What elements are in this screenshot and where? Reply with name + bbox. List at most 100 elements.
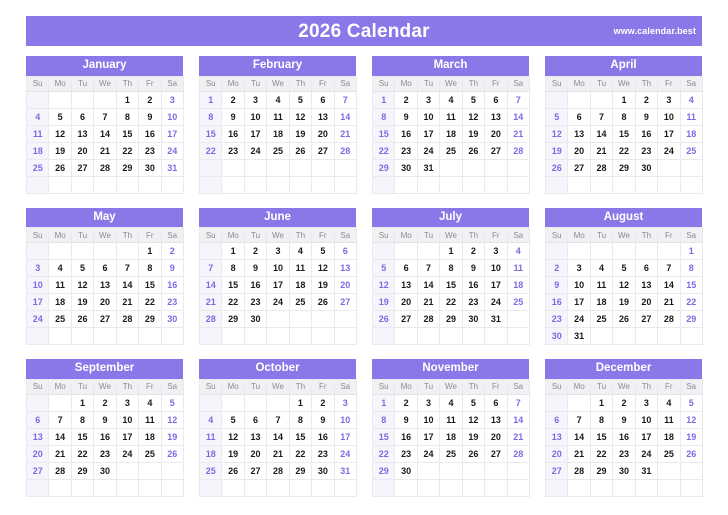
day-cell[interactable]: 8 [138,259,162,278]
day-cell[interactable]: 18 [679,124,703,143]
day-cell[interactable]: 4 [506,242,530,261]
day-cell[interactable]: 1 [589,393,614,412]
day-cell[interactable]: 14 [266,427,290,446]
day-cell[interactable]: 11 [657,410,681,429]
day-cell[interactable]: 1 [70,393,95,412]
day-cell[interactable]: 23 [221,141,245,160]
day-cell[interactable]: 25 [657,444,681,463]
day-cell[interactable]: 7 [115,259,140,278]
day-cell[interactable]: 19 [221,444,245,463]
day-cell[interactable]: 1 [679,242,703,261]
day-cell[interactable]: 27 [544,461,569,480]
day-cell[interactable]: 29 [589,461,614,480]
day-cell[interactable]: 7 [657,259,681,278]
day-cell[interactable]: 6 [311,90,335,109]
day-cell[interactable]: 10 [115,410,140,429]
day-cell[interactable]: 21 [567,444,591,463]
day-cell[interactable]: 6 [394,259,418,278]
day-cell[interactable]: 26 [612,310,636,329]
day-cell[interactable]: 13 [544,427,569,446]
day-cell[interactable]: 11 [589,276,614,295]
day-cell[interactable]: 2 [138,90,162,109]
day-cell[interactable]: 5 [679,393,703,412]
day-cell[interactable]: 5 [70,259,95,278]
day-cell[interactable]: 20 [311,124,335,143]
day-cell[interactable]: 15 [70,427,95,446]
day-cell[interactable]: 27 [394,310,418,329]
day-cell[interactable]: 14 [657,276,681,295]
day-cell[interactable]: 9 [160,259,184,278]
day-cell[interactable]: 26 [288,141,313,160]
day-cell[interactable]: 18 [439,427,463,446]
day-cell[interactable]: 3 [416,393,441,412]
day-cell[interactable]: 24 [567,310,591,329]
day-cell[interactable]: 7 [506,393,530,412]
day-cell[interactable]: 23 [544,310,569,329]
day-cell[interactable]: 2 [93,393,117,412]
day-cell[interactable]: 10 [25,276,50,295]
day-cell[interactable]: 14 [333,107,357,126]
day-cell[interactable]: 9 [311,410,335,429]
day-cell[interactable]: 13 [484,107,508,126]
day-cell[interactable]: 11 [138,410,162,429]
day-cell[interactable]: 25 [288,293,313,312]
day-cell[interactable]: 31 [333,461,357,480]
day-cell[interactable]: 12 [288,107,313,126]
day-cell[interactable]: 10 [160,107,184,126]
day-cell[interactable]: 5 [160,393,184,412]
day-cell[interactable]: 7 [589,107,614,126]
day-cell[interactable]: 7 [198,259,223,278]
day-cell[interactable]: 6 [544,410,569,429]
day-cell[interactable]: 26 [160,444,184,463]
day-cell[interactable]: 13 [243,427,268,446]
day-cell[interactable]: 13 [70,124,95,143]
day-cell[interactable]: 28 [198,310,223,329]
day-cell[interactable]: 17 [25,293,50,312]
day-cell[interactable]: 19 [48,141,72,160]
day-cell[interactable]: 5 [48,107,72,126]
day-cell[interactable]: 9 [612,410,636,429]
day-cell[interactable]: 24 [416,141,441,160]
day-cell[interactable]: 22 [589,444,614,463]
day-cell[interactable]: 7 [48,410,72,429]
day-cell[interactable]: 22 [138,293,162,312]
day-cell[interactable]: 7 [416,259,441,278]
day-cell[interactable]: 23 [394,444,418,463]
day-cell[interactable]: 14 [93,124,117,143]
day-cell[interactable]: 4 [589,259,614,278]
day-cell[interactable]: 30 [138,158,162,177]
day-cell[interactable]: 17 [634,427,659,446]
day-cell[interactable]: 18 [266,124,290,143]
day-cell[interactable]: 15 [138,276,162,295]
day-cell[interactable]: 17 [567,293,591,312]
day-cell[interactable]: 18 [48,293,72,312]
day-cell[interactable]: 1 [612,90,636,109]
day-cell[interactable]: 8 [612,107,636,126]
day-cell[interactable]: 23 [461,293,486,312]
day-cell[interactable]: 24 [25,310,50,329]
day-cell[interactable]: 9 [221,107,245,126]
day-cell[interactable]: 12 [48,124,72,143]
day-cell[interactable]: 21 [48,444,72,463]
day-cell[interactable]: 18 [25,141,50,160]
day-cell[interactable]: 2 [394,90,418,109]
day-cell[interactable]: 17 [160,124,184,143]
day-cell[interactable]: 22 [70,444,95,463]
day-cell[interactable]: 12 [160,410,184,429]
day-cell[interactable]: 26 [461,444,486,463]
day-cell[interactable]: 21 [266,444,290,463]
day-cell[interactable]: 5 [461,90,486,109]
day-cell[interactable]: 1 [221,242,245,261]
day-cell[interactable]: 20 [544,444,569,463]
day-cell[interactable]: 13 [394,276,418,295]
day-cell[interactable]: 19 [544,141,569,160]
day-cell[interactable]: 3 [567,259,591,278]
day-cell[interactable]: 16 [160,276,184,295]
day-cell[interactable]: 24 [484,293,508,312]
day-cell[interactable]: 27 [70,158,95,177]
day-cell[interactable]: 17 [333,427,357,446]
day-cell[interactable]: 20 [243,444,268,463]
day-cell[interactable]: 3 [634,393,659,412]
day-cell[interactable]: 20 [634,293,659,312]
day-cell[interactable]: 17 [266,276,290,295]
